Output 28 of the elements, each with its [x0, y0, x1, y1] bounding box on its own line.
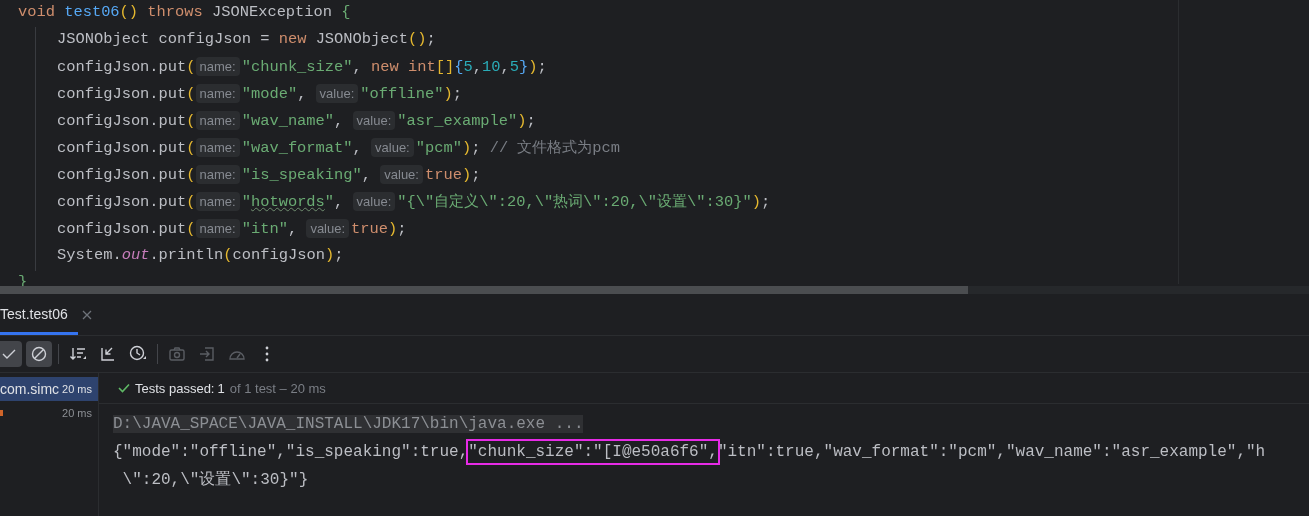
console-command: D:\JAVA_SPACE\JAVA_INSTALL\JDK17\bin\java.exe ...	[113, 415, 584, 433]
code-line: JSONObject configJson = new JSONObject();	[56, 29, 437, 50]
status-detail: of 1 test – 20 ms	[229, 380, 326, 396]
checkmark-icon[interactable]	[0, 341, 22, 367]
scrollbar-thumb[interactable]	[0, 286, 968, 294]
highlighted-output: "chunk_size":"[I@e50a6f6",	[468, 441, 718, 463]
code-line: void test06() throws JSONException {	[18, 2, 352, 23]
console-output: {"mode":"offline","is_speaking":true,	[113, 443, 469, 461]
console-output: "itn":true,"wav_format":"pcm","wav_name":"asr_example","h	[717, 443, 1266, 461]
close-icon[interactable]	[81, 309, 92, 320]
code-line: configJson.put( name: "is_speaking", value: true);	[56, 164, 482, 186]
passed-count: 1	[217, 380, 225, 396]
code-line: configJson.put( name: "hotwords", value: "{\"自定义\":20,\"热词\":20,\"设置\":30}");	[56, 191, 772, 213]
code-line: configJson.put( name: "chunk_size", new int[]{5,10,5});	[56, 56, 548, 78]
test-duration: 20 ms	[62, 407, 92, 419]
code-line: configJson.put( name: "mode", value: "offline");	[56, 83, 463, 105]
test-duration: 20 ms	[62, 383, 92, 395]
stop-icon[interactable]	[26, 341, 52, 367]
code-line: configJson.put( name: "itn", value: true);	[56, 218, 408, 240]
code-line: System.out.println(configJson);	[56, 245, 345, 266]
checkmark-icon	[118, 383, 130, 393]
status-icon	[0, 410, 3, 416]
code-line: configJson.put( name: "wav_format", value: "pcm"); // 文件格式为pcm	[56, 137, 622, 159]
console-output: \":20,\"设置\":30}"}	[121, 471, 309, 489]
code-line: configJson.put( name: "wav_name", value: "asr_example");	[56, 110, 537, 132]
test-item[interactable]: com.simc	[0, 381, 60, 397]
status-label: Tests passed:	[135, 380, 215, 396]
run-tab[interactable]: Test.test06	[0, 294, 78, 335]
